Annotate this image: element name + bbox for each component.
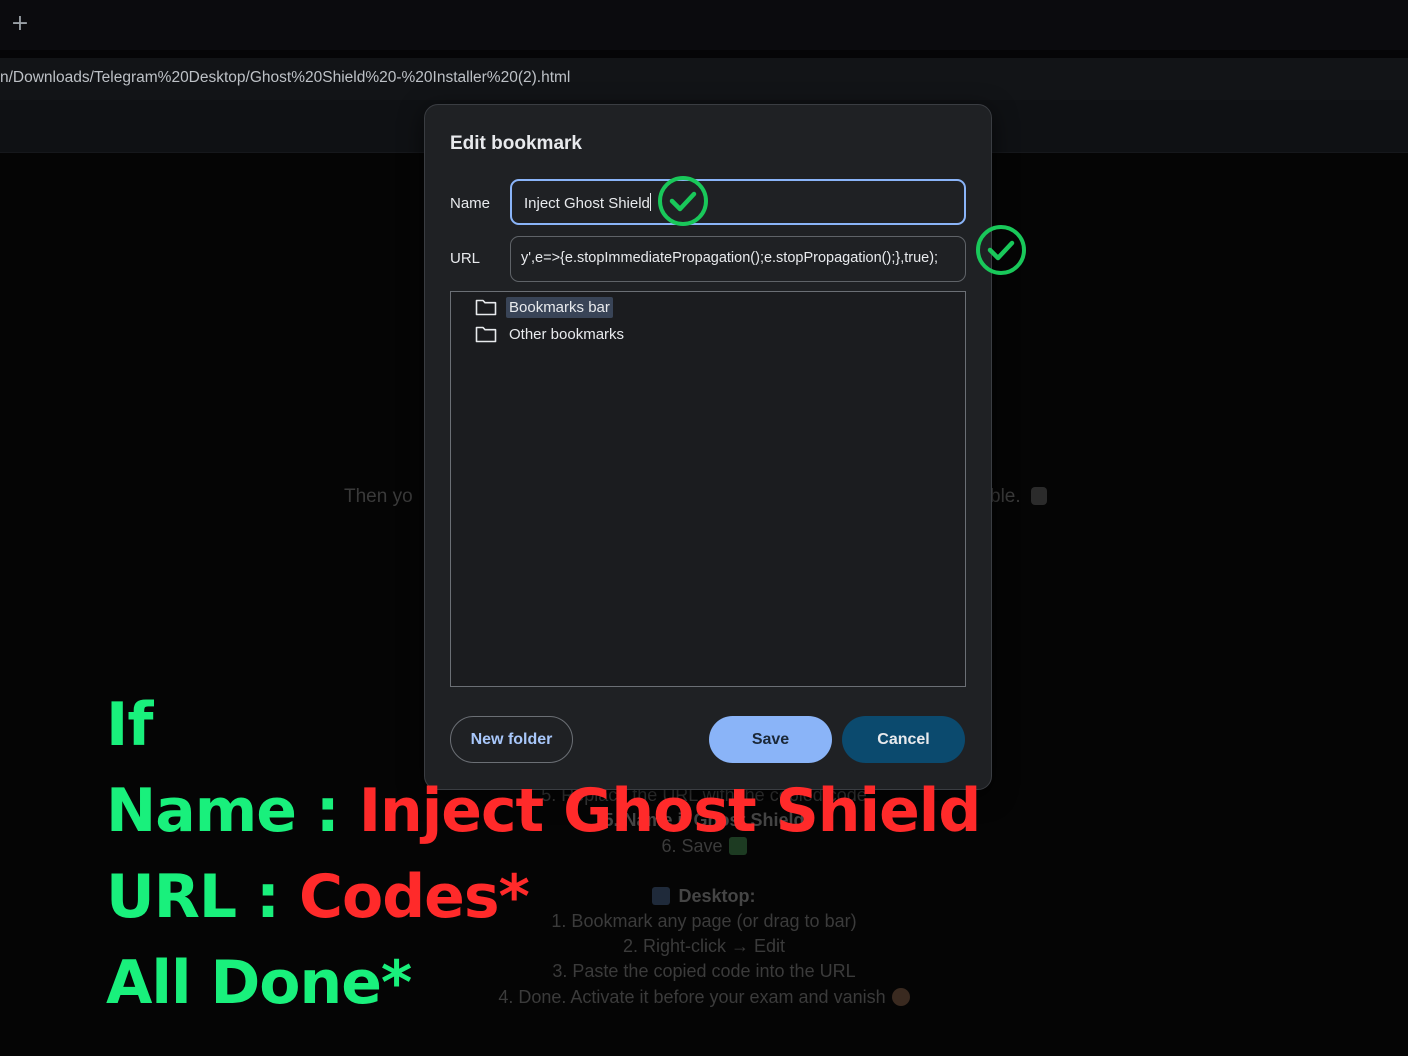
page-desktop-step-4-label: 4. Done. Activate it before your exam an… <box>498 987 886 1007</box>
check-circle-icon <box>658 176 708 226</box>
name-label: Name <box>450 195 491 212</box>
overlay-url-value: Codes* <box>298 862 530 932</box>
tab-strip: + <box>0 0 1408 50</box>
page-text-left-fragment: Then yo <box>344 486 413 507</box>
cancel-button[interactable]: Cancel <box>842 716 965 763</box>
overlay-line-name: Name : Inject Ghost Shield <box>106 776 982 846</box>
tab-strip-edge <box>0 50 1408 58</box>
name-input[interactable]: Inject Ghost Shield <box>510 179 966 225</box>
page-text-right-fragment: ble. <box>990 486 1047 508</box>
folder-icon <box>475 326 497 343</box>
check-circle-icon <box>976 225 1026 275</box>
dialog-title: Edit bookmark <box>450 133 582 154</box>
overlay-name-key: Name : <box>106 776 359 846</box>
overlay-line-if: If <box>106 690 153 760</box>
overlay-line-done: All Done* <box>106 948 412 1018</box>
name-input-value: Inject Ghost Shield <box>524 195 650 212</box>
save-button[interactable]: Save <box>709 716 832 763</box>
folder-icon <box>475 299 497 316</box>
new-tab-button[interactable]: + <box>10 12 30 36</box>
ninja-emoji-icon <box>1030 487 1047 505</box>
overlay-line-url: URL : Codes* <box>106 862 530 932</box>
folder-tree[interactable]: Bookmarks bar Other bookmarks <box>450 291 966 687</box>
new-folder-button[interactable]: New folder <box>450 716 573 763</box>
folder-label-bookmarks-bar: Bookmarks bar <box>506 296 613 318</box>
text-caret <box>649 193 651 211</box>
page-desktop-heading-label: Desktop: <box>678 886 756 906</box>
folder-item-other-bookmarks[interactable]: Other bookmarks <box>475 322 627 346</box>
folder-label-other-bookmarks: Other bookmarks <box>509 325 625 343</box>
folder-item-bookmarks-bar[interactable]: Bookmarks bar <box>475 295 613 319</box>
face-emoji-icon <box>891 988 910 1006</box>
url-label: URL <box>450 250 481 267</box>
address-bar[interactable]: n/Downloads/Telegram%20Desktop/Ghost%20S… <box>0 58 1408 100</box>
url-input-value: y',e=>{e.stopImmediatePropagation();e.st… <box>521 250 939 266</box>
page-text-right-label: ble. <box>990 486 1021 507</box>
overlay-url-key: URL : <box>106 862 299 932</box>
overlay-name-value: Inject Ghost Shield <box>358 776 982 846</box>
laptop-emoji-icon <box>652 887 671 905</box>
address-bar-url[interactable]: n/Downloads/Telegram%20Desktop/Ghost%20S… <box>0 69 570 87</box>
url-input[interactable]: y',e=>{e.stopImmediatePropagation();e.st… <box>510 236 966 282</box>
